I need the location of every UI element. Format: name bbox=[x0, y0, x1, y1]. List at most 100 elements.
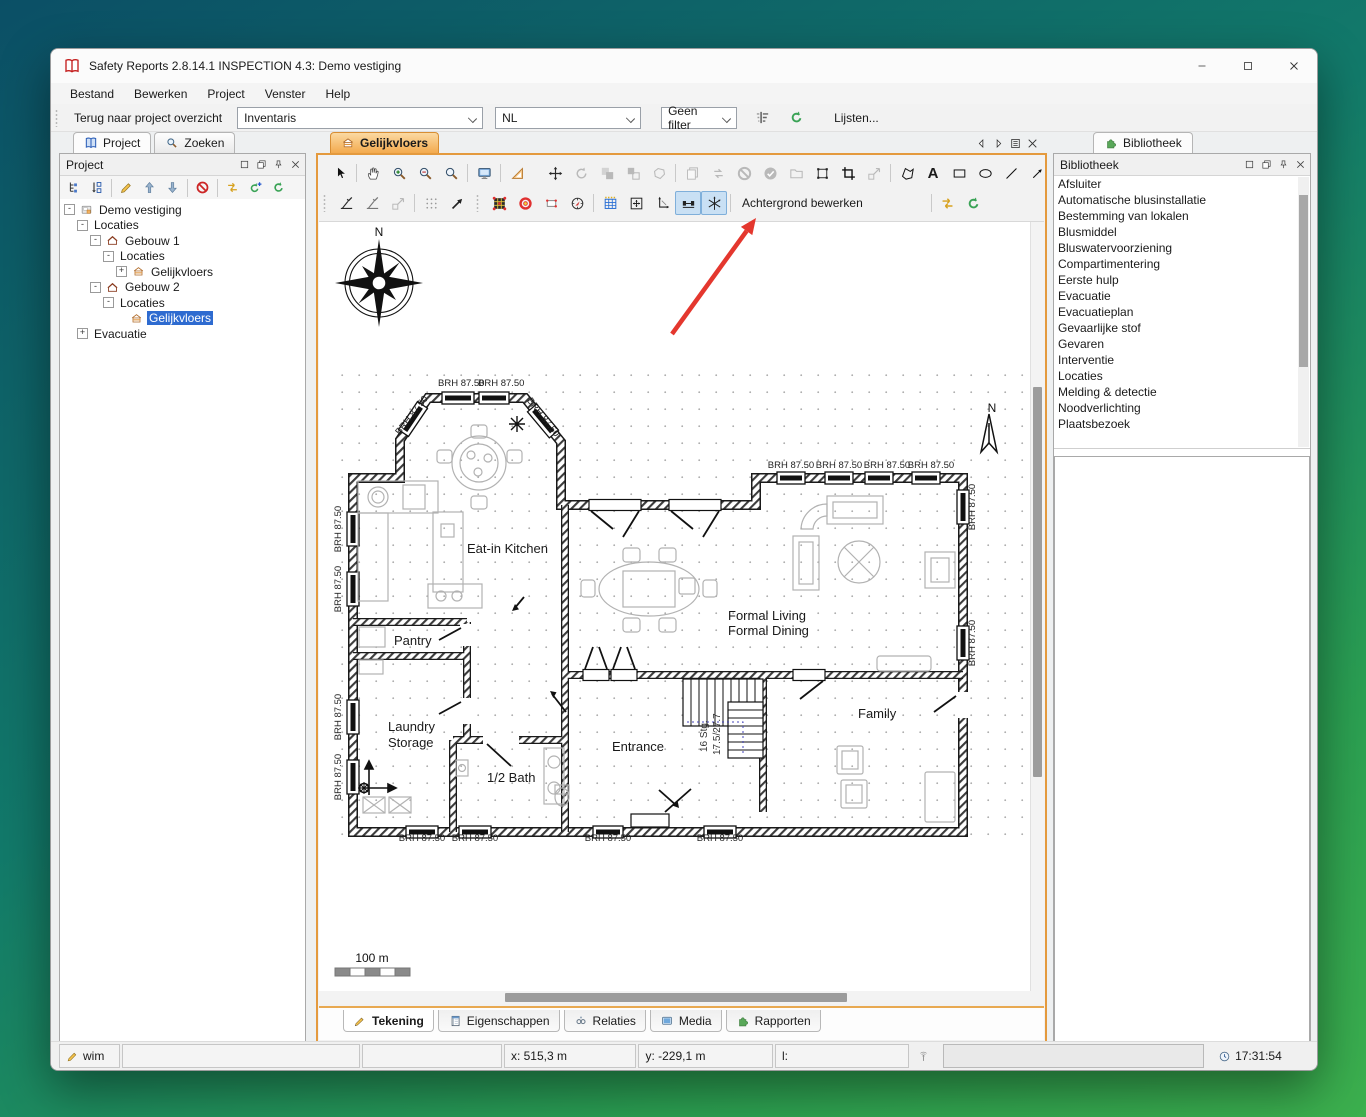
tree-row[interactable]: -Demo vestiging bbox=[60, 202, 305, 218]
show-grid-icon[interactable] bbox=[597, 191, 623, 215]
tab-rapporten[interactable]: Rapporten bbox=[726, 1010, 821, 1032]
library-item[interactable]: Compartimentering bbox=[1054, 256, 1310, 272]
raster-settings-icon[interactable] bbox=[486, 191, 512, 215]
select-tool-icon[interactable] bbox=[327, 161, 353, 185]
back-to-project-overview-button[interactable]: Terug naar project overzicht bbox=[65, 108, 231, 128]
text-tool-icon[interactable]: A bbox=[920, 161, 946, 185]
move-object-icon[interactable] bbox=[542, 161, 568, 185]
library-item[interactable]: Interventie bbox=[1054, 352, 1310, 368]
tab-bibliotheek[interactable]: Bibliotheek bbox=[1093, 132, 1193, 153]
rectangle-tool-icon[interactable] bbox=[946, 161, 972, 185]
library-item[interactable]: Gevaren bbox=[1054, 336, 1310, 352]
tree-expander-icon[interactable]: - bbox=[90, 235, 101, 246]
edit-item-icon[interactable] bbox=[115, 177, 138, 199]
minimize-button[interactable] bbox=[1179, 49, 1225, 83]
scale-object-icon[interactable] bbox=[861, 161, 887, 185]
tree-row[interactable]: +Gelijkvloers bbox=[60, 264, 305, 280]
pointer-direction-icon[interactable] bbox=[444, 191, 470, 215]
tree-row[interactable]: -Locaties bbox=[60, 249, 305, 265]
document-list-icon[interactable] bbox=[1009, 137, 1022, 150]
library-scrollbar[interactable] bbox=[1298, 177, 1309, 447]
replace-icon[interactable] bbox=[705, 161, 731, 185]
menu-venster[interactable]: Venster bbox=[256, 85, 315, 103]
tree-expander-icon[interactable]: - bbox=[64, 204, 75, 215]
tree-row[interactable]: +Evacuatie bbox=[60, 326, 305, 342]
pin-panel-icon[interactable] bbox=[1278, 159, 1289, 170]
tree-expander-icon[interactable]: - bbox=[103, 251, 114, 262]
close-panel-icon[interactable] bbox=[290, 159, 301, 170]
canvas-vertical-scrollbar[interactable] bbox=[1030, 222, 1044, 991]
block-icon[interactable] bbox=[191, 177, 214, 199]
tree-expander-icon[interactable]: + bbox=[77, 328, 88, 339]
library-item[interactable]: Locaties bbox=[1054, 368, 1310, 384]
menu-bestand[interactable]: Bestand bbox=[61, 85, 123, 103]
library-item[interactable]: Afsluiter bbox=[1054, 176, 1310, 192]
maximize-panel-icon[interactable] bbox=[1244, 159, 1255, 170]
menu-bewerken[interactable]: Bewerken bbox=[125, 85, 196, 103]
confirm-icon[interactable] bbox=[757, 161, 783, 185]
pin-panel-icon[interactable] bbox=[273, 159, 284, 170]
measure-scale-icon[interactable] bbox=[504, 161, 530, 185]
snap-grid-icon[interactable] bbox=[418, 191, 444, 215]
snap-object-icon[interactable] bbox=[385, 191, 411, 215]
tree-row[interactable]: -Locaties bbox=[60, 218, 305, 234]
float-panel-icon[interactable] bbox=[256, 159, 267, 170]
tree-expander-icon[interactable]: - bbox=[77, 220, 88, 231]
zoom-out-icon[interactable] bbox=[412, 161, 438, 185]
tab-zoeken[interactable]: Zoeken bbox=[154, 132, 235, 153]
library-item[interactable]: Automatische blusinstallatie bbox=[1054, 192, 1310, 208]
menu-project[interactable]: Project bbox=[198, 85, 253, 103]
crop-icon[interactable] bbox=[835, 161, 861, 185]
lasso-select-icon[interactable] bbox=[646, 161, 672, 185]
group-objects-icon[interactable] bbox=[594, 161, 620, 185]
swap-background-icon[interactable] bbox=[935, 191, 961, 215]
tree-expander-icon[interactable]: - bbox=[103, 297, 114, 308]
show-dimensions-icon[interactable] bbox=[675, 191, 701, 215]
refresh-tree-icon[interactable] bbox=[267, 177, 290, 199]
maximize-panel-icon[interactable] bbox=[239, 159, 250, 170]
library-item[interactable]: Plaatsbezoek bbox=[1054, 416, 1310, 432]
previous-document-icon[interactable] bbox=[975, 137, 988, 150]
edit-background-button[interactable]: Achtergrond bewerken bbox=[734, 192, 871, 214]
filter-icon[interactable] bbox=[749, 106, 775, 130]
next-document-icon[interactable] bbox=[992, 137, 1005, 150]
move-up-icon[interactable] bbox=[138, 177, 161, 199]
open-icon[interactable] bbox=[783, 161, 809, 185]
library-item[interactable]: Evacuatie bbox=[1054, 288, 1310, 304]
refresh-drawing-icon[interactable] bbox=[961, 191, 987, 215]
snap-midpoint-icon[interactable] bbox=[359, 191, 385, 215]
rotation-compass-icon[interactable] bbox=[564, 191, 590, 215]
show-axes-icon[interactable] bbox=[649, 191, 675, 215]
filter-dropdown[interactable]: Geen filter bbox=[661, 107, 737, 129]
ellipse-tool-icon[interactable] bbox=[972, 161, 998, 185]
library-item[interactable]: Eerste hulp bbox=[1054, 272, 1310, 288]
show-angles-icon[interactable] bbox=[701, 191, 727, 215]
pan-tool-icon[interactable] bbox=[360, 161, 386, 185]
tree-expander-icon[interactable]: - bbox=[90, 282, 101, 293]
tree-row[interactable]: -Gebouw 2 bbox=[60, 280, 305, 296]
library-item[interactable]: Bestemming van lokalen bbox=[1054, 208, 1310, 224]
language-dropdown[interactable]: NL bbox=[495, 107, 641, 129]
canvas-horizontal-scrollbar[interactable] bbox=[319, 991, 1044, 1004]
menu-help[interactable]: Help bbox=[316, 85, 359, 103]
copy-icon[interactable] bbox=[679, 161, 705, 185]
tab-media[interactable]: Media bbox=[650, 1010, 722, 1032]
maximize-button[interactable] bbox=[1225, 49, 1271, 83]
tree-row[interactable]: Gelijkvloers bbox=[60, 311, 305, 327]
fit-screen-icon[interactable] bbox=[471, 161, 497, 185]
close-document-icon[interactable] bbox=[1026, 137, 1039, 150]
tab-eigenschappen[interactable]: Eigenschappen bbox=[438, 1010, 560, 1032]
close-button[interactable] bbox=[1271, 49, 1317, 83]
rotate-object-icon[interactable] bbox=[568, 161, 594, 185]
disable-icon[interactable] bbox=[731, 161, 757, 185]
refresh-icon[interactable] bbox=[783, 106, 809, 130]
swap-icon[interactable] bbox=[221, 177, 244, 199]
close-panel-icon[interactable] bbox=[1295, 159, 1306, 170]
zoom-tool-icon[interactable] bbox=[438, 161, 464, 185]
sort-structure-icon[interactable] bbox=[62, 177, 85, 199]
sort-alphabetical-icon[interactable] bbox=[85, 177, 108, 199]
snap-target-icon[interactable] bbox=[512, 191, 538, 215]
selection-frame-icon[interactable] bbox=[809, 161, 835, 185]
refresh-add-icon[interactable] bbox=[244, 177, 267, 199]
zoom-in-icon[interactable] bbox=[386, 161, 412, 185]
